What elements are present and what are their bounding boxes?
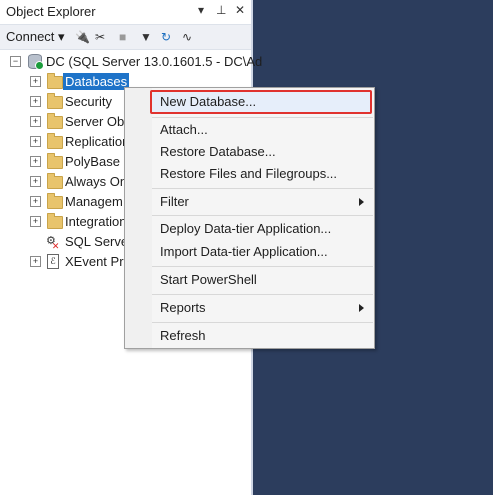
tree-item-label: Always On — [65, 174, 128, 189]
menu-item-attach[interactable]: Attach... — [160, 122, 208, 137]
expand-icon[interactable]: + — [30, 176, 41, 187]
folder-icon — [47, 153, 63, 169]
dropdown-icon[interactable]: ▾ — [198, 3, 204, 17]
panel-title: Object Explorer — [6, 4, 96, 19]
menu-separator — [152, 215, 373, 216]
server-status-icon — [35, 61, 44, 70]
menu-separator — [152, 188, 373, 189]
expand-icon[interactable]: + — [30, 256, 41, 267]
sql-agent-icon: ⚙✕ — [46, 235, 60, 251]
expand-icon[interactable]: + — [30, 216, 41, 227]
menu-item-reports[interactable]: Reports — [160, 300, 206, 315]
expand-icon[interactable]: + — [30, 96, 41, 107]
expand-icon[interactable]: + — [30, 196, 41, 207]
folder-icon — [47, 93, 63, 109]
connect-button[interactable]: Connect ▾ — [6, 29, 65, 45]
menu-separator — [152, 117, 373, 118]
tree-item-label: SQL Serve — [65, 234, 129, 249]
menu-item-restore-files[interactable]: Restore Files and Filegroups... — [160, 166, 337, 181]
menu-item-filter[interactable]: Filter — [160, 194, 189, 209]
tree-item-label: PolyBase — [65, 154, 120, 169]
folder-icon — [47, 133, 63, 149]
connect-label: Connect — [6, 29, 55, 44]
stop-icon[interactable]: ■ — [119, 30, 126, 44]
menu-item-refresh[interactable]: Refresh — [160, 328, 206, 343]
folder-icon — [47, 73, 63, 89]
menu-separator — [152, 322, 373, 323]
tree-item-label: Managem — [65, 194, 123, 209]
tree-item-label: Integration — [65, 214, 127, 229]
menu-gutter — [125, 88, 152, 348]
menu-item-start-powershell[interactable]: Start PowerShell — [160, 272, 257, 287]
server-label: DC (SQL Server 13.0.1601.5 - DC\Ad — [46, 54, 263, 69]
expand-icon[interactable]: + — [30, 76, 41, 87]
connect-plug-icon[interactable]: 🔌 — [75, 30, 90, 44]
expand-icon[interactable]: + — [30, 116, 41, 127]
folder-icon — [47, 193, 63, 209]
context-menu: New Database... Attach... Restore Databa… — [124, 87, 375, 349]
disconnect-icon[interactable]: ✂ — [95, 30, 105, 44]
panel-titlebar: Object Explorer ▾ ⊥ ✕ — [0, 0, 251, 23]
tree-row-server[interactable]: − DC (SQL Server 13.0.1601.5 - DC\Ad — [0, 52, 262, 72]
expand-icon[interactable]: + — [30, 136, 41, 147]
menu-item-deploy-data-tier[interactable]: Deploy Data-tier Application... — [160, 221, 331, 236]
submenu-arrow-icon — [359, 304, 364, 312]
tree-item-label: Server Ob — [65, 114, 125, 129]
folder-icon — [47, 113, 63, 129]
refresh-icon[interactable]: ↻ — [161, 30, 171, 44]
menu-item-import-data-tier[interactable]: Import Data-tier Application... — [160, 244, 328, 259]
menu-item-restore-database[interactable]: Restore Database... — [160, 144, 276, 159]
collapse-icon[interactable]: − — [10, 56, 21, 67]
filter-icon[interactable]: ▼ — [140, 30, 152, 44]
pin-icon[interactable]: ⊥ — [216, 3, 226, 17]
folder-icon — [47, 173, 63, 189]
folder-icon — [47, 213, 63, 229]
activity-monitor-icon[interactable]: ∿ — [182, 30, 192, 44]
xevent-icon: ℰ — [47, 254, 59, 269]
expand-icon[interactable]: + — [30, 156, 41, 167]
menu-item-new-database[interactable]: New Database... — [160, 94, 256, 109]
tree-item-label: XEvent Pro — [65, 254, 131, 269]
close-icon[interactable]: ✕ — [235, 3, 245, 17]
menu-separator — [152, 266, 373, 267]
tree-item-label: Security — [65, 94, 112, 109]
explorer-toolbar: Connect ▾ 🔌 ✂ ■ ▼ ↻ ∿ — [0, 24, 251, 50]
tree-item-label: Replication — [65, 134, 130, 149]
submenu-arrow-icon — [359, 198, 364, 206]
tree-item-label: Databases — [63, 73, 130, 90]
menu-separator — [152, 294, 373, 295]
